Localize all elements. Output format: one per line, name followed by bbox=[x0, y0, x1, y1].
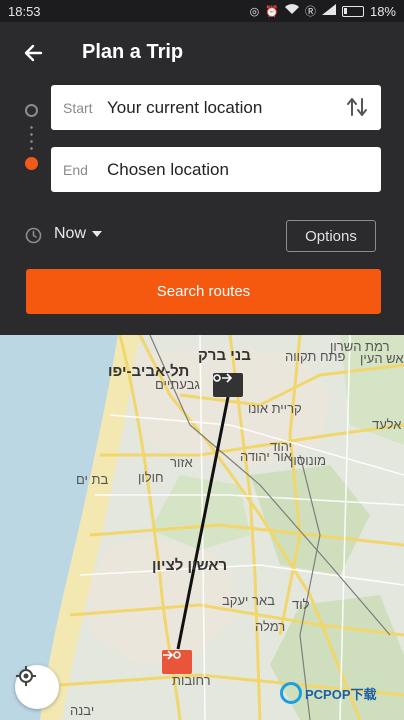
map-label: אלעד bbox=[372, 417, 402, 432]
green-area bbox=[250, 465, 370, 575]
map-label: יבנה bbox=[70, 703, 95, 718]
start-point-icon bbox=[25, 104, 38, 117]
start-location-field[interactable]: Start Your current location bbox=[51, 85, 381, 130]
battery-icon bbox=[341, 5, 364, 17]
map-label: רמלה bbox=[255, 619, 286, 634]
map-label: אור יהודה bbox=[240, 449, 292, 464]
wifi-icon bbox=[284, 4, 299, 18]
map-label: בת ים bbox=[76, 472, 109, 487]
start-label: Start bbox=[63, 99, 93, 116]
watermark-logo-icon bbox=[280, 682, 302, 704]
map-label: רחובות bbox=[172, 673, 211, 688]
end-value: Chosen location bbox=[107, 159, 229, 179]
crosshair-icon bbox=[16, 666, 36, 686]
map-label: באר יעקב bbox=[222, 593, 275, 608]
my-location-button[interactable] bbox=[15, 665, 59, 709]
options-button[interactable]: Options bbox=[286, 220, 376, 252]
clock-icon bbox=[25, 227, 42, 244]
end-point-icon bbox=[25, 157, 38, 170]
map-label: חולון bbox=[138, 470, 164, 485]
end-pin[interactable] bbox=[162, 650, 192, 674]
alarm-icon: ⏰ bbox=[265, 5, 279, 18]
watermark: PCPOP下载 bbox=[280, 682, 377, 704]
swap-button[interactable] bbox=[345, 95, 369, 119]
start-pin[interactable] bbox=[213, 373, 243, 397]
watermark-text: PCPOP下载 bbox=[305, 686, 377, 702]
trip-planner-panel: Plan a Trip Start Your current location … bbox=[0, 22, 404, 335]
start-value: Your current location bbox=[107, 97, 263, 117]
map-label: לוד bbox=[292, 597, 310, 612]
map-label: קריית אונו bbox=[248, 401, 302, 416]
departure-time-select[interactable]: Now bbox=[54, 225, 103, 243]
status-icons: ◎ ⏰ Ⓡ 18% bbox=[250, 3, 396, 19]
time-row: Now Options bbox=[0, 217, 404, 257]
map-label: ראש העין bbox=[360, 351, 404, 366]
map-label: ראשון לציון bbox=[152, 557, 228, 574]
status-time: 18:53 bbox=[8, 3, 41, 19]
arrow-left-icon bbox=[24, 44, 43, 62]
end-marker-icon bbox=[163, 650, 181, 660]
battery-percent: 18% bbox=[369, 3, 396, 19]
start-marker-icon bbox=[213, 373, 233, 383]
map-view[interactable]: תל-אביב-יפו בני ברק פתח תקווה גבעתיים רמ… bbox=[0, 335, 404, 720]
end-location-field[interactable]: End Chosen location bbox=[51, 147, 381, 192]
search-routes-button[interactable]: Search routes bbox=[26, 269, 381, 314]
route-connector bbox=[30, 124, 33, 152]
map-label: מונוסון bbox=[290, 453, 327, 468]
r-badge-icon: Ⓡ bbox=[304, 6, 316, 18]
map-label: גבעתיים bbox=[155, 377, 200, 392]
departure-time-value: Now bbox=[54, 225, 87, 242]
back-button[interactable] bbox=[18, 38, 48, 68]
swap-vertical-icon bbox=[347, 98, 367, 116]
map-label: אזור bbox=[170, 455, 193, 470]
signal-icon bbox=[321, 4, 336, 18]
chevron-down-icon bbox=[92, 231, 103, 237]
page-title: Plan a Trip bbox=[82, 41, 184, 63]
map-label: בני ברק bbox=[198, 347, 251, 364]
end-label: End bbox=[63, 161, 88, 178]
status-bar: 18:53 ◎ ⏰ Ⓡ 18% bbox=[0, 0, 404, 22]
map-canvas bbox=[0, 335, 404, 720]
vpn-icon: ◎ bbox=[249, 5, 260, 18]
